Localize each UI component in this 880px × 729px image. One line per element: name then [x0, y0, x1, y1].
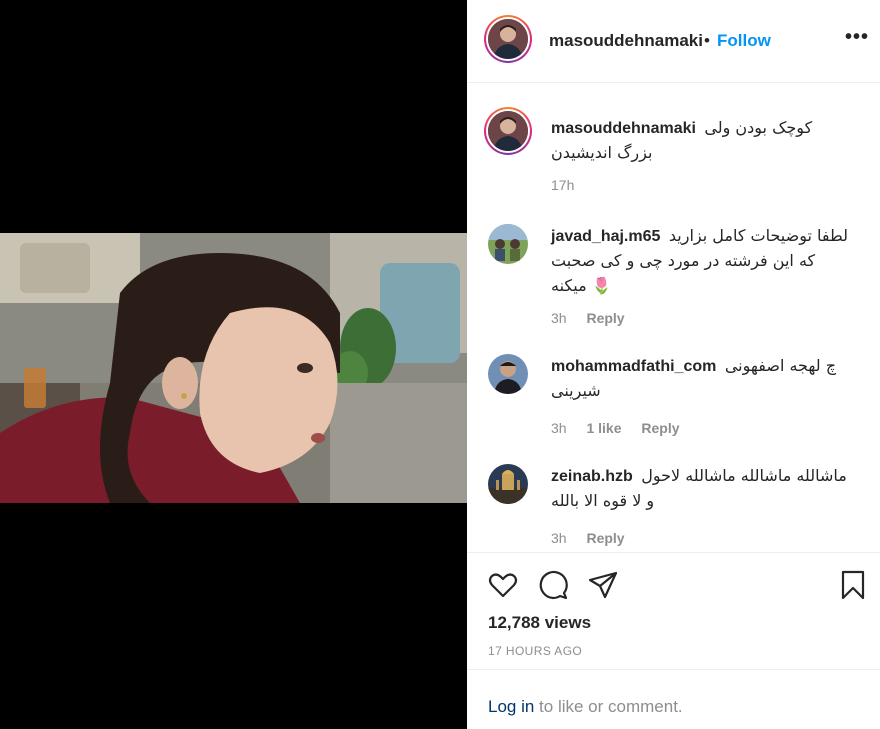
commenter-avatar[interactable]	[488, 224, 528, 264]
comments-list[interactable]: masouddehnamaki کوچک بودن ولی بزرگ اندیش…	[467, 84, 880, 552]
login-prompt-text: to like or comment.	[534, 697, 683, 716]
post-header: masouddehnamaki • Follow •••	[467, 0, 880, 83]
comment-username[interactable]: zeinab.hzb	[551, 468, 633, 485]
likes-count[interactable]: 1 like	[586, 420, 621, 436]
post-actions: 12,788 views 17 HOURS AGO	[467, 552, 880, 670]
commenter-avatar-photo	[488, 224, 528, 264]
reply-button[interactable]: Reply	[586, 530, 624, 546]
commenter-avatar[interactable]	[488, 464, 528, 504]
commenter-avatar-photo	[488, 354, 528, 394]
author-avatar-photo	[488, 19, 528, 59]
views-count[interactable]: 12,788 views	[488, 613, 591, 633]
comment-text: zeinab.hzb ماشالله ماشالله ماشالله لاحول…	[551, 464, 851, 514]
reply-button[interactable]: Reply	[641, 420, 679, 436]
commenter-avatar-photo	[488, 464, 528, 504]
separator-dot: •	[704, 31, 710, 50]
caption-avatar-photo	[488, 111, 528, 151]
caption-text: masouddehnamaki کوچک بودن ولی بزرگ اندیش…	[551, 116, 851, 166]
post-timestamp[interactable]: 17 HOURS AGO	[488, 644, 582, 658]
paper-plane-icon[interactable]	[587, 569, 619, 601]
comment-username[interactable]: javad_haj.m65	[551, 228, 660, 245]
caption-meta: 17h	[551, 177, 590, 193]
comment-time[interactable]: 3h	[551, 530, 567, 546]
follow-button[interactable]: Follow	[717, 31, 771, 51]
comment-text: javad_haj.m65 لطفا توضیحات کامل بزارید ک…	[551, 224, 851, 299]
post-panel: masouddehnamaki • Follow ••• masouddehna…	[467, 0, 880, 729]
caption-time[interactable]: 17h	[551, 177, 574, 193]
heart-icon[interactable]	[487, 569, 519, 601]
comment-icon[interactable]	[537, 569, 569, 601]
more-options-icon[interactable]: •••	[845, 26, 869, 49]
comment-meta: 3h Reply	[551, 530, 641, 546]
reply-button[interactable]: Reply	[586, 310, 624, 326]
bookmark-icon[interactable]	[837, 569, 869, 601]
comment-meta: 3h Reply	[551, 310, 641, 326]
commenter-avatar[interactable]	[488, 354, 528, 394]
login-prompt: Log in to like or comment.	[488, 697, 683, 717]
comment-time[interactable]: 3h	[551, 310, 567, 326]
video-player[interactable]	[0, 233, 467, 503]
login-link[interactable]: Log in	[488, 697, 534, 716]
video-frame	[0, 233, 467, 503]
author-avatar[interactable]	[484, 15, 532, 63]
comment-text: mohammadfathi_com چ لهجه اصفهونی شیرینی	[551, 354, 851, 404]
comment-time[interactable]: 3h	[551, 420, 567, 436]
author-username[interactable]: masouddehnamaki	[549, 31, 703, 51]
caption-username[interactable]: masouddehnamaki	[551, 120, 696, 137]
post-media	[0, 0, 467, 729]
comment-meta: 3h 1 like Reply	[551, 420, 696, 436]
caption-avatar[interactable]	[484, 107, 532, 155]
comment-username[interactable]: mohammadfathi_com	[551, 358, 716, 375]
